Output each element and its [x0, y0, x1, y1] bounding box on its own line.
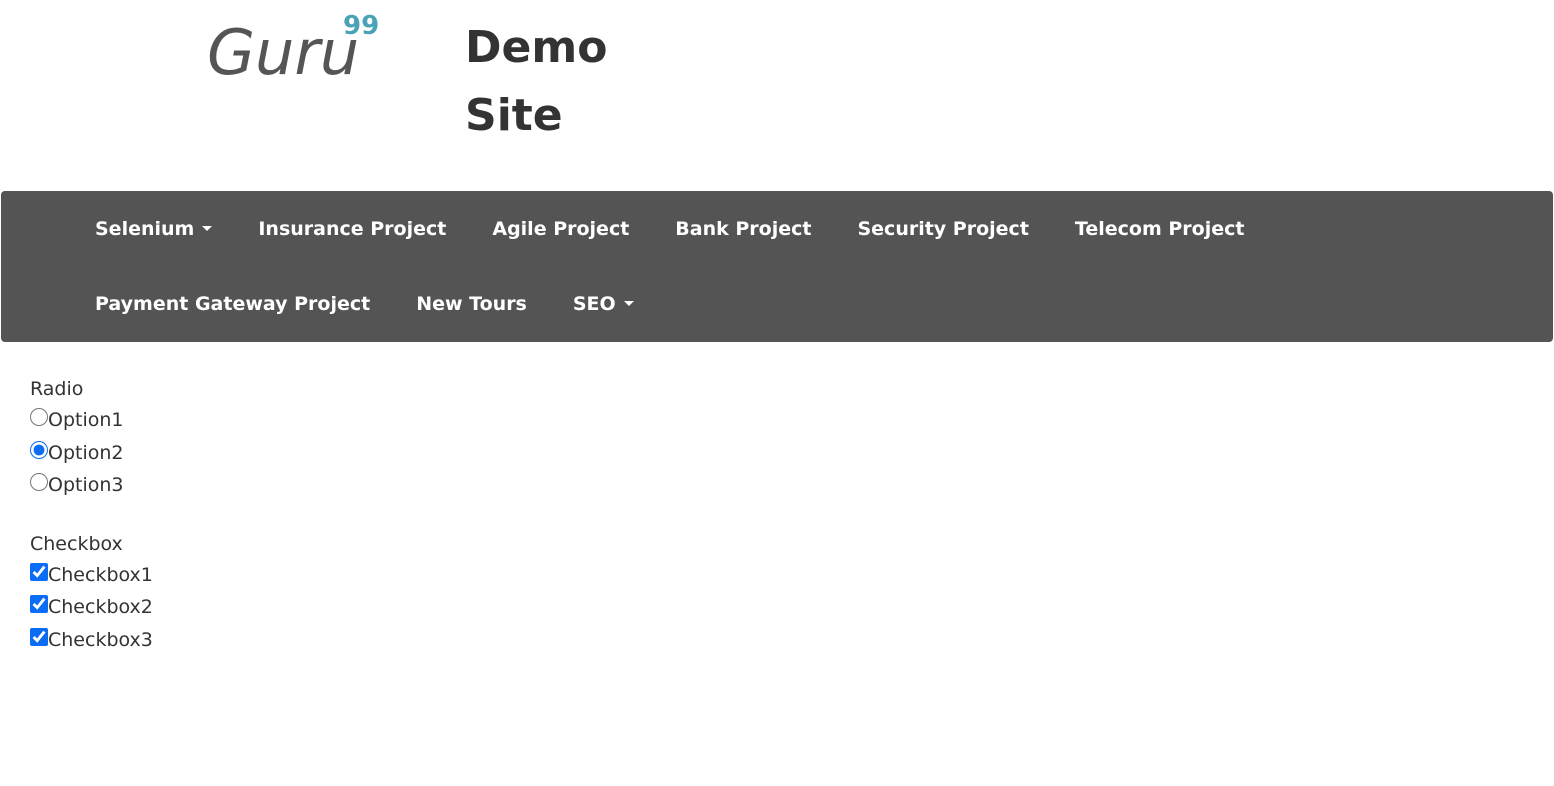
checkbox-option-3[interactable]: Checkbox3	[30, 624, 153, 657]
form-content: Radio Option1 Option2 Option3 Checkbox C…	[30, 374, 153, 656]
radio-option-1[interactable]: Option1	[30, 404, 153, 437]
nav-item-payment-gateway-project[interactable]: Payment Gateway Project	[72, 266, 393, 341]
nav-item-label: SEO	[572, 292, 616, 315]
nav-item-label: Selenium	[95, 217, 195, 240]
radio-option1-input[interactable]	[30, 408, 48, 427]
nav-item-seo[interactable]: SEO	[550, 266, 657, 341]
radio-group-label: Radio	[30, 378, 84, 400]
checkbox-group-label: Checkbox	[30, 532, 123, 555]
logo-superscript: 99	[343, 11, 379, 41]
nav-item-label: Agile Project	[492, 217, 630, 240]
site-title: Demo Site	[465, 14, 665, 150]
nav-item-selenium[interactable]: Selenium	[72, 191, 235, 266]
nav-item-new-tours[interactable]: New Tours	[393, 266, 550, 341]
checkbox-option-1[interactable]: Checkbox1	[30, 559, 153, 592]
logo-text: Guru	[207, 16, 359, 84]
checkbox-option-label: Checkbox2	[48, 596, 153, 619]
site-title-line2: Site	[465, 90, 563, 141]
radio-option-2[interactable]: Option2	[30, 437, 153, 470]
nav-item-label: Insurance Project	[258, 217, 447, 240]
radio-option-3[interactable]: Option3	[30, 469, 153, 502]
checkbox-option-label: Checkbox1	[48, 563, 153, 586]
guru99-logo[interactable]: Guru 99	[205, 8, 390, 84]
nav-item-telecom-project[interactable]: Telecom Project	[1052, 191, 1268, 266]
nav-item-label: New Tours	[416, 292, 527, 315]
nav-item-security-project[interactable]: Security Project	[834, 191, 1051, 266]
caret-down-icon	[623, 301, 634, 306]
nav-item-label: Payment Gateway Project	[95, 292, 371, 315]
radio-option-label: Option2	[48, 441, 124, 464]
nav-item-insurance-project[interactable]: Insurance Project	[235, 191, 469, 266]
site-title-line1: Demo	[465, 22, 608, 73]
navbar-row-2: Payment Gateway Project New Tours SEO	[72, 266, 1553, 341]
radio-option2-input[interactable]	[30, 440, 48, 459]
nav-item-label: Bank Project	[675, 217, 812, 240]
checkbox-option-label: Checkbox3	[48, 628, 153, 651]
nav-item-agile-project[interactable]: Agile Project	[469, 191, 652, 266]
radio-option-label: Option3	[48, 474, 124, 497]
nav-item-label: Telecom Project	[1074, 217, 1245, 240]
checkbox3-input[interactable]	[30, 627, 48, 646]
nav-item-label: Security Project	[857, 217, 1029, 240]
caret-down-icon	[202, 226, 213, 231]
main-navbar: Selenium Insurance Project Agile Project…	[1, 191, 1553, 342]
radio-option3-input[interactable]	[30, 473, 48, 492]
checkbox-option-2[interactable]: Checkbox2	[30, 591, 153, 624]
navbar-row-1: Selenium Insurance Project Agile Project…	[72, 191, 1553, 266]
site-header: Guru 99 Demo Site	[0, 0, 1554, 190]
radio-option-label: Option1	[48, 409, 124, 432]
checkbox1-input[interactable]	[30, 562, 48, 581]
nav-item-bank-project[interactable]: Bank Project	[652, 191, 834, 266]
checkbox2-input[interactable]	[30, 595, 48, 614]
